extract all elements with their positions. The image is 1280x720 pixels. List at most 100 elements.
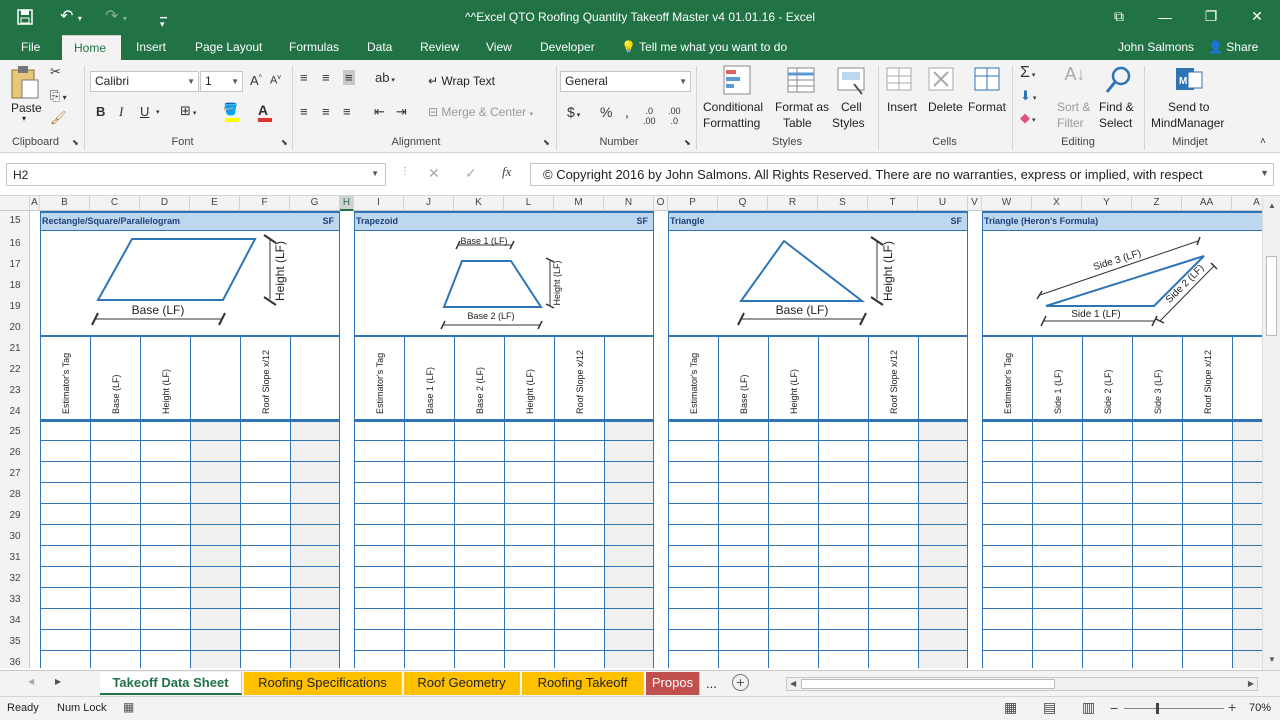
prev-sheet-icon[interactable]: ◀ — [28, 677, 34, 686]
sheet-tab-takeoff-data[interactable]: Takeoff Data Sheet — [100, 672, 242, 695]
worksheet-grid[interactable]: Rectangle/Square/Parallelogram SF Estimato… — [30, 211, 1262, 668]
row-header[interactable]: 32 — [0, 573, 30, 584]
font-launcher-icon[interactable]: ⬊ — [281, 138, 288, 147]
align-top-icon[interactable]: ≡ — [300, 70, 308, 85]
column-header[interactable]: K — [454, 196, 504, 211]
user-name[interactable]: John Salmons — [1118, 35, 1194, 60]
fill-color-icon[interactable]: 🪣 — [223, 102, 243, 122]
borders-icon[interactable]: ⊞ ▾ — [180, 103, 196, 119]
column-header[interactable]: L — [504, 196, 554, 211]
horizontal-scrollbar[interactable]: ◀ ▶ — [786, 677, 1258, 691]
align-center-icon[interactable]: ≡ — [322, 104, 330, 119]
row-header[interactable]: 21 — [0, 343, 30, 354]
zoom-slider[interactable] — [1124, 703, 1224, 714]
row-header[interactable]: 15 — [0, 215, 30, 226]
decrease-indent-icon[interactable]: ⇤ — [374, 104, 385, 120]
column-header[interactable]: C — [90, 196, 140, 211]
format-as-table-button[interactable]: Format as Table — [774, 64, 830, 134]
column-header[interactable]: Q — [718, 196, 768, 211]
increase-indent-icon[interactable]: ⇥ — [396, 104, 407, 120]
row-header[interactable]: 28 — [0, 489, 30, 500]
column-header[interactable]: F — [240, 196, 290, 211]
zoom-slider-thumb[interactable] — [1156, 703, 1159, 714]
zoom-in-icon[interactable]: + — [1228, 699, 1236, 715]
column-header[interactable]: H — [340, 196, 354, 211]
column-header[interactable]: O — [654, 196, 668, 211]
minimize-button[interactable]: — — [1142, 0, 1188, 33]
copy-icon[interactable]: ⎘ ▾ — [50, 88, 67, 104]
decrease-font-icon[interactable]: Av — [270, 74, 281, 87]
format-cells-button[interactable]: Format — [967, 64, 1009, 134]
paste-button[interactable]: Paste ▾ — [8, 64, 44, 124]
column-header[interactable]: E — [190, 196, 240, 211]
close-button[interactable]: ✕ — [1234, 0, 1280, 33]
zoom-level[interactable]: 70% — [1249, 702, 1271, 714]
name-box[interactable]: H2 ▼ — [6, 163, 386, 186]
select-all-corner[interactable] — [0, 196, 30, 211]
column-header[interactable]: G — [290, 196, 340, 211]
column-header[interactable]: Y — [1082, 196, 1132, 211]
tell-me-box[interactable]: 💡 Tell me what you want to do — [621, 35, 787, 60]
sheet-tab-proposal[interactable]: Propos — [646, 672, 700, 695]
decrease-decimal-icon[interactable]: .00.0 — [668, 106, 681, 126]
increase-font-icon[interactable]: A^ — [250, 73, 262, 88]
align-middle-icon[interactable]: ≡ — [322, 70, 330, 85]
increase-decimal-icon[interactable]: .0.00 — [643, 106, 656, 126]
scroll-right-icon[interactable]: ▶ — [1248, 679, 1254, 688]
column-header[interactable]: A — [30, 196, 40, 211]
underline-dropdown-icon[interactable]: ▾ — [156, 108, 160, 116]
cut-icon[interactable]: ✂ — [50, 64, 61, 80]
row-header[interactable]: 31 — [0, 552, 30, 563]
autosum-icon[interactable]: Σ ▾ — [1020, 64, 1035, 82]
sheet-tab-roofing-specifications[interactable]: Roofing Specifications — [244, 672, 402, 695]
vertical-scrollbar[interactable]: ▲ ▼ — [1262, 196, 1280, 670]
row-header[interactable]: 18 — [0, 280, 30, 291]
scroll-down-icon[interactable]: ▼ — [1268, 655, 1276, 664]
next-sheet-icon[interactable]: ▶ — [55, 677, 61, 686]
row-header[interactable]: 33 — [0, 594, 30, 605]
column-header[interactable]: AA — [1182, 196, 1232, 211]
number-launcher-icon[interactable]: ⬊ — [684, 138, 691, 147]
formula-input[interactable]: © Copyright 2016 by John Salmons. All Ri… — [530, 163, 1274, 186]
send-to-mindmanager-button[interactable]: M Send to MindManager — [1150, 64, 1230, 134]
column-header[interactable]: M — [554, 196, 604, 211]
font-color-icon[interactable]: A — [258, 102, 278, 122]
sheet-tab-roofing-takeoff[interactable]: Roofing Takeoff — [522, 672, 644, 695]
row-header[interactable]: 20 — [0, 322, 30, 333]
scroll-left-icon[interactable]: ◀ — [790, 679, 796, 688]
zoom-out-icon[interactable]: − — [1110, 700, 1118, 716]
macro-record-icon[interactable]: ▦ — [123, 700, 134, 714]
column-header[interactable]: J — [404, 196, 454, 211]
add-sheet-icon[interactable]: + — [732, 674, 749, 691]
row-header[interactable]: 35 — [0, 636, 30, 647]
sheet-tab-roof-geometry[interactable]: Roof Geometry — [404, 672, 520, 695]
orientation-icon[interactable]: ab ▾ — [375, 70, 395, 85]
tab-insert[interactable]: Insert — [136, 35, 166, 60]
currency-button[interactable]: $ ▾ — [567, 104, 580, 120]
row-header[interactable]: 36 — [0, 657, 30, 668]
tab-developer[interactable]: Developer — [540, 35, 595, 60]
more-sheets-button[interactable]: ... — [706, 676, 717, 691]
row-header[interactable]: 30 — [0, 531, 30, 542]
column-header[interactable]: X — [1032, 196, 1082, 211]
fill-icon[interactable]: ⬇ ▾ — [1020, 88, 1036, 104]
row-header[interactable]: 23 — [0, 385, 30, 396]
number-format-combo[interactable]: General ▼ — [560, 71, 691, 92]
enter-icon[interactable]: ✓ — [465, 165, 477, 182]
alignment-launcher-icon[interactable]: ⬊ — [543, 138, 550, 147]
restore-button[interactable]: ❐ — [1188, 0, 1234, 33]
comma-style-icon[interactable]: , — [625, 104, 629, 120]
column-header[interactable]: B — [40, 196, 90, 211]
row-header[interactable]: 26 — [0, 447, 30, 458]
tab-data[interactable]: Data — [367, 35, 392, 60]
row-header[interactable]: 24 — [0, 406, 30, 417]
column-header[interactable]: V — [968, 196, 982, 211]
row-header[interactable]: 19 — [0, 301, 30, 312]
row-header[interactable]: 16 — [0, 238, 30, 249]
row-header[interactable]: 29 — [0, 510, 30, 521]
row-header[interactable]: 27 — [0, 468, 30, 479]
column-header[interactable]: T — [868, 196, 918, 211]
column-header[interactable]: P — [668, 196, 718, 211]
row-header[interactable]: 22 — [0, 364, 30, 375]
column-header[interactable]: U — [918, 196, 968, 211]
